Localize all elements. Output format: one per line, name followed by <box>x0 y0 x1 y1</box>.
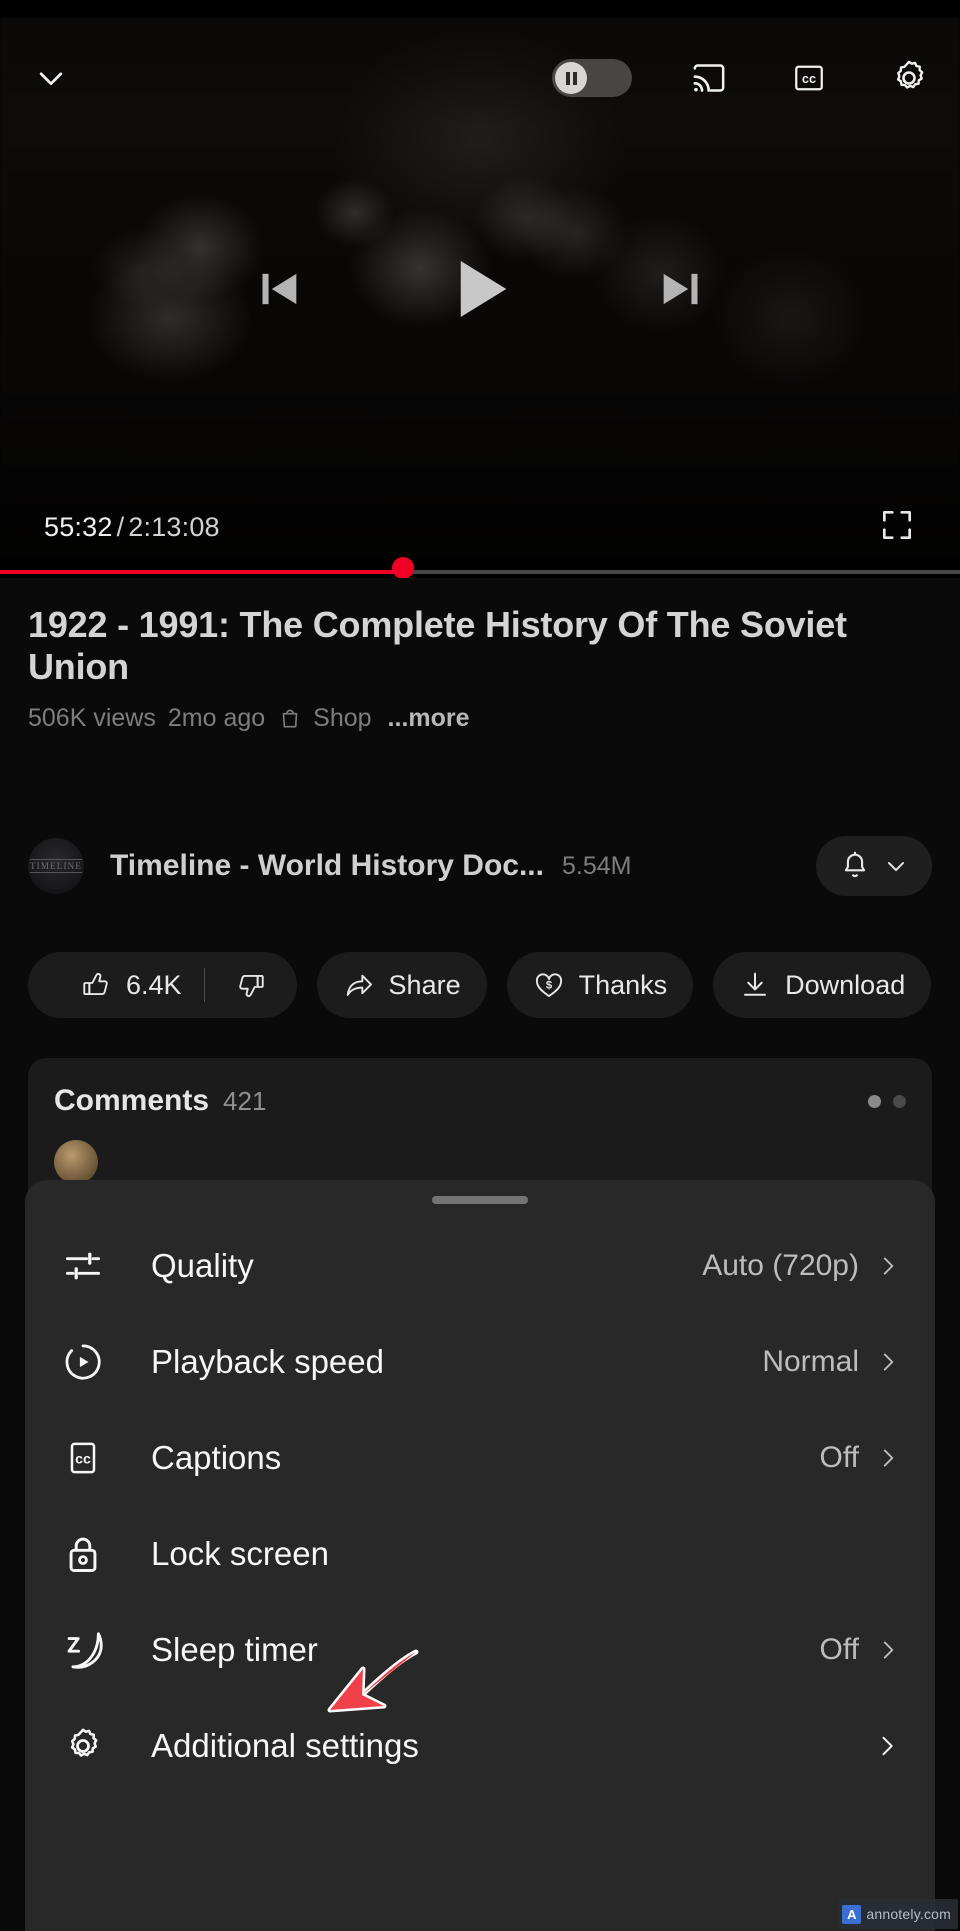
settings-item-label: Quality <box>151 1247 254 1284</box>
comments-count: 421 <box>223 1085 267 1116</box>
watermark-badge: A <box>842 1904 862 1924</box>
thanks-label: Thanks <box>578 969 668 1000</box>
share-button[interactable]: Share <box>316 952 487 1018</box>
watermark: A annotely.com <box>839 1899 958 1929</box>
settings-item-value-group: Auto (720p) <box>702 1249 901 1283</box>
view-count: 506K views <box>28 703 156 732</box>
chevron-right-icon <box>883 1449 894 1467</box>
thumbs-up-icon <box>83 973 108 996</box>
chevron-right-icon <box>883 1641 894 1659</box>
settings-item-value: Off <box>819 1633 859 1666</box>
progress-scrubber[interactable] <box>392 557 415 578</box>
download-icon <box>744 972 767 996</box>
svg-text:cc: cc <box>75 1451 91 1467</box>
like-dislike-chip: 6.4K <box>28 952 297 1018</box>
like-count: 6.4K <box>126 969 182 1000</box>
drag-handle[interactable] <box>432 1196 528 1204</box>
settings-item-value-group: Off <box>820 1633 901 1667</box>
settings-item-value-group: Off <box>820 1441 901 1475</box>
channel-row[interactable]: TIMELINE Timeline - World History Doc...… <box>0 820 960 912</box>
shopping-bag-icon <box>282 709 298 728</box>
fullscreen-icon <box>882 510 912 539</box>
next-button[interactable] <box>652 261 708 317</box>
time-separator: / <box>116 511 125 542</box>
chevron-down-icon <box>888 862 904 872</box>
settings-item-label: Captions <box>151 1439 282 1476</box>
bell-icon <box>844 851 866 878</box>
video-metadata: 1922 - 1991: The Complete History Of The… <box>0 578 960 733</box>
page-title: 1922 - 1991: The Complete History Of The… <box>28 604 847 687</box>
share-arrow-icon <box>346 974 372 996</box>
video-player[interactable]: cc 55:32 / 2:13:08 <box>0 0 960 578</box>
settings-item-playback-speed[interactable]: Playback speed Normal <box>25 1314 935 1410</box>
progress-bar[interactable] <box>0 557 960 578</box>
subscriber-count: 5.54M <box>561 851 632 880</box>
pager-dot <box>893 1094 906 1108</box>
watermark-text: annotely.com <box>866 1906 951 1922</box>
moon-z-icon <box>61 1627 115 1673</box>
player-bottom-bar: 55:32/2:13:08 <box>0 500 960 554</box>
player-timestamp: 55:32/2:13:08 <box>44 512 220 543</box>
publish-date: 2mo ago <box>167 703 266 732</box>
settings-item-value-group <box>857 1732 901 1760</box>
chevron-right-icon <box>883 1353 894 1371</box>
settings-item-value-group: Normal <box>762 1345 901 1379</box>
avatar-label: TIMELINE <box>29 859 83 873</box>
comments-pager-dots[interactable] <box>868 1094 906 1108</box>
settings-item-label: Additional settings <box>151 1727 419 1764</box>
total-time: 2:13:08 <box>128 511 220 542</box>
progress-played <box>0 570 404 574</box>
fullscreen-button[interactable] <box>878 506 916 549</box>
action-buttons-row: 6.4K Share $ Thanks Download <box>0 940 960 1030</box>
thanks-button[interactable]: $ Thanks <box>506 952 694 1018</box>
settings-item-label: Sleep timer <box>151 1631 318 1668</box>
chevron-right-icon <box>883 1257 894 1275</box>
pager-dot-active <box>868 1094 881 1108</box>
gear-icon <box>61 1724 115 1768</box>
sliders-icon <box>61 1244 115 1288</box>
thumbs-down-icon <box>238 974 264 997</box>
next-track-icon <box>663 273 698 305</box>
notification-bell-button[interactable] <box>816 836 932 896</box>
download-button[interactable]: Download <box>713 952 932 1018</box>
play-icon <box>460 261 507 317</box>
heart-dollar-icon: $ <box>535 973 562 997</box>
lock-icon <box>61 1532 115 1576</box>
chevron-right-icon <box>882 1736 893 1756</box>
settings-item-value: Auto (720p) <box>702 1249 859 1282</box>
settings-item-captions[interactable]: cc Captions Off <box>25 1410 935 1506</box>
shop-link[interactable]: Shop <box>277 703 372 733</box>
previous-track-icon <box>262 273 297 305</box>
settings-item-additional-settings[interactable]: Additional settings <box>25 1698 935 1794</box>
more-description-button[interactable]: ...more <box>388 704 470 733</box>
settings-item-lock-screen[interactable]: Lock screen <box>25 1506 935 1602</box>
closed-captions-icon: cc <box>61 1436 115 1480</box>
channel-name[interactable]: Timeline - World History Doc... <box>110 849 544 883</box>
settings-item-quality[interactable]: Quality Auto (720p) <box>25 1218 935 1314</box>
dislike-button[interactable] <box>205 969 297 1001</box>
comments-header: Comments 421 <box>54 1084 906 1118</box>
comments-title: Comments <box>54 1084 210 1117</box>
settings-item-value: Normal <box>762 1345 859 1378</box>
video-stats-row[interactable]: 506K views 2mo ago Shop ...more <box>28 704 932 733</box>
player-center-controls <box>0 0 960 578</box>
current-time: 55:32 <box>44 511 113 542</box>
svg-text:$: $ <box>545 979 552 991</box>
shop-label: Shop <box>313 703 372 732</box>
previous-button[interactable] <box>252 261 308 317</box>
play-button[interactable] <box>438 247 522 331</box>
player-settings-sheet: Quality Auto (720p) Playback speed Norma… <box>25 1180 935 1931</box>
play-circle-icon <box>61 1340 115 1384</box>
share-label: Share <box>388 969 461 1000</box>
settings-item-value: Off <box>819 1441 859 1474</box>
download-label: Download <box>785 969 906 1000</box>
settings-item-sleep-timer[interactable]: Sleep timer Off <box>25 1602 935 1698</box>
settings-list: Quality Auto (720p) Playback speed Norma… <box>25 1204 935 1794</box>
settings-item-label: Lock screen <box>151 1535 329 1572</box>
comment-author-avatar <box>54 1140 98 1184</box>
avatar[interactable]: TIMELINE <box>28 838 84 894</box>
youtube-video-screen: cc 55:32 / 2:13:08 1922 - 1991: The Comp… <box>0 0 960 1931</box>
settings-item-label: Playback speed <box>151 1343 384 1380</box>
like-button[interactable]: 6.4K <box>54 969 204 1001</box>
